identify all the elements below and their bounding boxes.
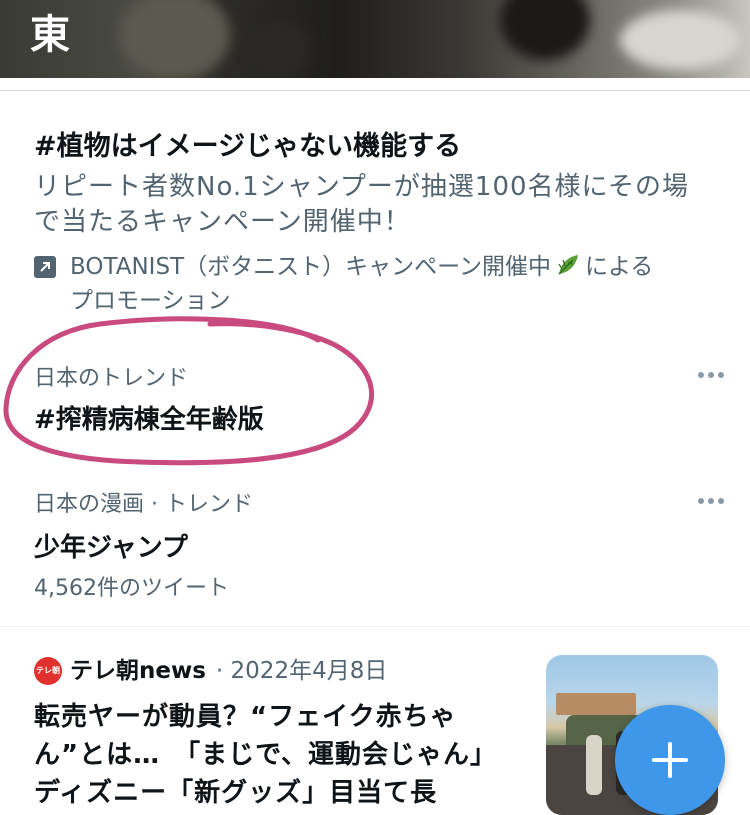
more-dots-icon[interactable] <box>698 498 724 504</box>
hero-title: 東 <box>30 12 71 58</box>
trend-meta: 日本のトレンド <box>34 366 189 391</box>
promo-advertiser: BOTANIST（ボタニスト）キャンペーン開催中 による プロモーション <box>34 252 714 316</box>
trend-tweet-count: 4,562件のツイート <box>34 576 229 601</box>
plus-icon <box>652 742 688 778</box>
hero-banner[interactable]: 東 <box>0 0 750 78</box>
promo-title: #植物はイメージじゃない機能する <box>34 131 462 162</box>
promoted-trend[interactable]: #植物はイメージじゃない機能する リピート者数No.1シャンプーが抽選100名様… <box>34 128 714 316</box>
promo-description: リピート者数No.1シャンプーが抽選100名様にその場で当たるキャンペーン開催中… <box>34 172 690 237</box>
more-dots-icon[interactable] <box>698 372 724 378</box>
promo-advertiser-prefix: BOTANIST（ボタニスト）キャンペーン開催中 <box>70 254 551 280</box>
divider <box>0 90 750 91</box>
divider <box>0 626 750 627</box>
news-headline: 転売ヤーが動員？“フェイク赤ちゃん”とは… 「まじで、運動会じゃん」ディズニー「… <box>34 702 498 808</box>
news-date: · 2022年4月8日 <box>215 658 388 684</box>
trend-item[interactable]: 日本のトレンド #搾精病棟全年齢版 <box>34 364 724 438</box>
trend-name: 少年ジャンプ <box>34 533 188 563</box>
news-header: テレ朝 テレ朝news · 2022年4月8日 <box>34 656 514 686</box>
promo-advertiser-suffix: による <box>584 254 654 280</box>
trend-item[interactable]: 日本の漫画 · トレンド 少年ジャンプ 4,562件のツイート <box>34 490 724 604</box>
news-item[interactable]: テレ朝 テレ朝news · 2022年4月8日 転売ヤーが動員？“フェイク赤ちゃ… <box>34 656 514 812</box>
promoted-arrow-icon <box>34 256 56 278</box>
promotion-label: プロモーション <box>70 288 231 314</box>
news-source[interactable]: テレ朝news <box>70 656 206 686</box>
compose-button[interactable] <box>615 705 725 815</box>
leaf-icon <box>555 252 581 286</box>
trend-name: #搾精病棟全年齢版 <box>34 405 264 435</box>
news-logo: テレ朝 <box>34 657 62 685</box>
trend-meta: 日本の漫画 · トレンド <box>34 492 253 517</box>
